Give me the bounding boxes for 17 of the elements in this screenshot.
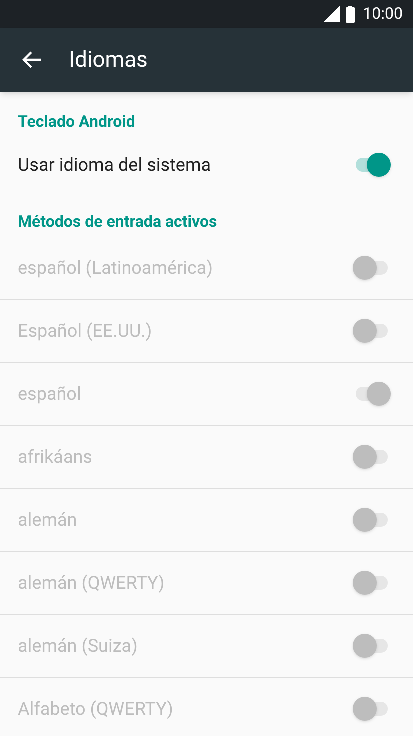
toolbar-title: Idiomas [69,46,148,74]
row-label: Español (EE.UU.) [18,320,152,344]
row-label: alemán [18,508,78,532]
back-arrow-icon [22,51,42,69]
row-label: Usar idioma del sistema [18,154,212,178]
row-label: español (Latinoamérica) [18,256,213,280]
section-header: Teclado Android [18,111,136,133]
row-label: español [18,382,82,406]
row-label: afrikáans [18,446,92,470]
row-label: alemán (QWERTY) [18,572,165,596]
section-header: Métodos de entrada activos [18,211,218,233]
signal-icon [324,6,340,22]
settings-row[interactable]: Usar idioma del sistema [0,140,413,190]
row-label: Alfabeto (QWERTY) [18,698,174,722]
row-label: alemán (Suiza) [18,634,138,658]
battery-icon [346,6,356,22]
status-time: 10:00 [363,3,403,25]
